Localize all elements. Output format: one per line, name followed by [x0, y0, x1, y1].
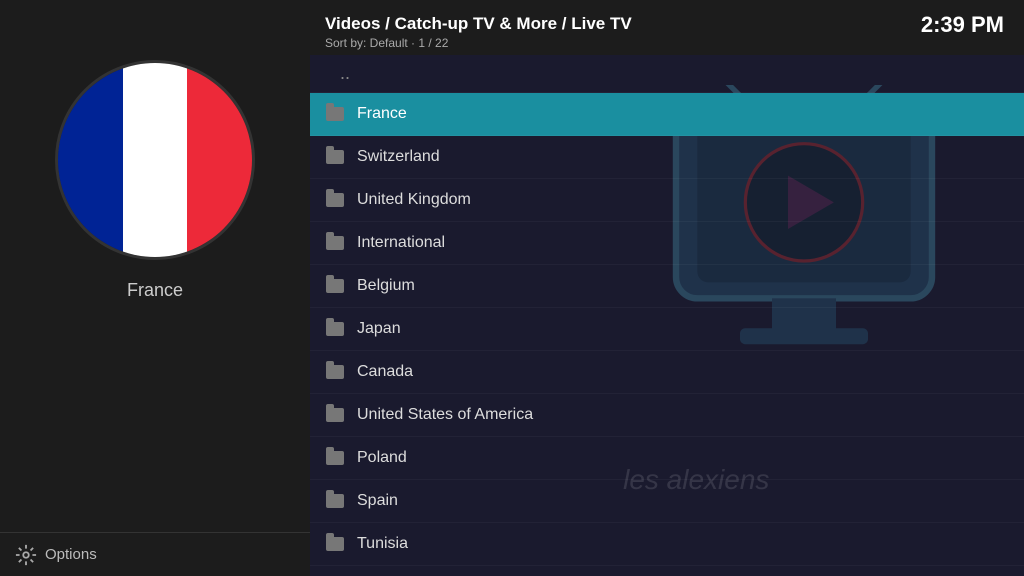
folder-icon [325, 147, 345, 167]
flag-red-stripe [187, 63, 252, 257]
parent-nav-item[interactable]: .. [310, 55, 1024, 93]
list-item[interactable]: Tunisia [310, 523, 1024, 566]
item-label: Tunisia [357, 535, 408, 553]
item-label: Switzerland [357, 148, 440, 166]
parent-dots: .. [340, 63, 350, 84]
list-item[interactable]: International [310, 222, 1024, 265]
folder-icon [325, 104, 345, 124]
options-button[interactable]: Options [0, 532, 310, 576]
list-item[interactable]: United Kingdom [310, 179, 1024, 222]
folder-icon [325, 233, 345, 253]
folder-icon [325, 405, 345, 425]
folder-icon [325, 276, 345, 296]
flag-white-stripe [123, 63, 188, 257]
header: Videos / Catch-up TV & More / Live TV So… [310, 0, 1024, 55]
main-content: les alexiens .. France Switzerland Unite… [310, 55, 1024, 576]
item-label: Canada [357, 363, 413, 381]
list-item[interactable]: France [310, 93, 1024, 136]
flag-image [55, 60, 255, 260]
sort-info: Sort by: Default · 1 / 22 [325, 36, 448, 50]
sidebar: France [0, 0, 310, 576]
breadcrumb: Videos / Catch-up TV & More / Live TV [325, 14, 632, 34]
folder-icon [325, 362, 345, 382]
item-label: United Kingdom [357, 191, 471, 209]
flag-blue-stripe [58, 63, 123, 257]
list-item[interactable]: Poland [310, 437, 1024, 480]
options-icon [15, 544, 37, 566]
item-label: France [357, 105, 407, 123]
item-label: Japan [357, 320, 401, 338]
list-item[interactable]: Switzerland [310, 136, 1024, 179]
selected-country-label: France [127, 280, 183, 301]
list-item[interactable]: United States of America [310, 394, 1024, 437]
list-item[interactable]: Spain [310, 480, 1024, 523]
list-item[interactable]: Belgium [310, 265, 1024, 308]
options-label: Options [45, 546, 97, 563]
folder-icon [325, 190, 345, 210]
folder-icon [325, 448, 345, 468]
clock: 2:39 PM [921, 12, 1004, 38]
item-label: United States of America [357, 406, 533, 424]
item-label: Poland [357, 449, 407, 467]
item-label: International [357, 234, 445, 252]
folder-icon [325, 491, 345, 511]
item-label: Belgium [357, 277, 415, 295]
folder-icon [325, 319, 345, 339]
list-item[interactable]: Japan [310, 308, 1024, 351]
item-label: Spain [357, 492, 398, 510]
country-list: .. France Switzerland United Kingdom Int… [310, 55, 1024, 576]
list-item[interactable]: Canada [310, 351, 1024, 394]
folder-icon [325, 534, 345, 554]
